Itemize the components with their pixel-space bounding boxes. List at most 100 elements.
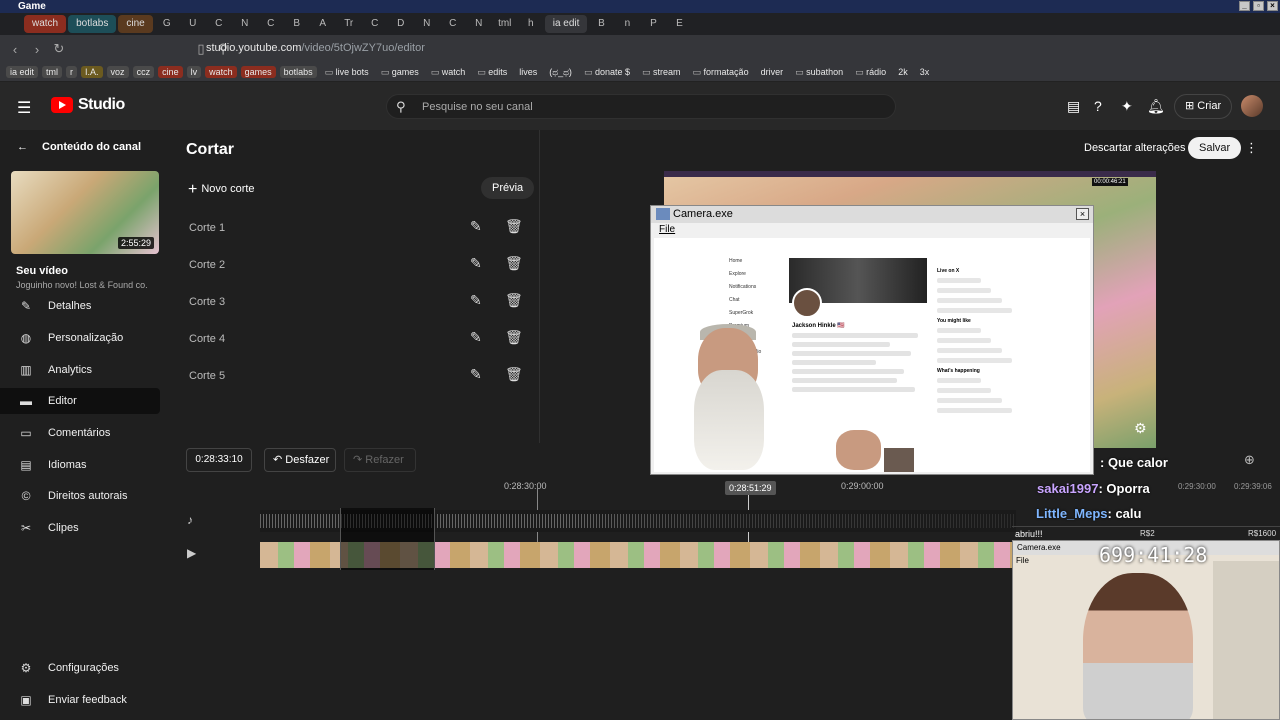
timecode-field[interactable]: 0:28:33:10 <box>186 448 252 472</box>
cut-row[interactable]: Corte 4 ✎ 🗑︎ <box>189 328 529 352</box>
minimize-button[interactable]: _ <box>1239 1 1250 11</box>
browser-tab[interactable]: Tr <box>337 15 361 33</box>
bookmark-item[interactable]: I.A. <box>81 66 103 78</box>
cut-row[interactable]: Corte 2 ✎ 🗑︎ <box>189 254 529 278</box>
browser-tab[interactable]: tml <box>493 15 517 33</box>
sidebar-item-editor[interactable]: ▬ Editor <box>0 388 160 414</box>
sidebar-item-clipes[interactable]: ✂ Clipes <box>0 515 160 541</box>
sidebar-item-comentários[interactable]: ▭ Comentários <box>0 420 160 446</box>
browser-tab[interactable]: G <box>155 15 179 33</box>
browser-tab[interactable]: botlabs <box>68 15 117 33</box>
zoom-in-icon[interactable]: ⊕ <box>1244 452 1255 468</box>
browser-tab[interactable]: E <box>667 15 691 33</box>
cut-row[interactable]: Corte 3 ✎ 🗑︎ <box>189 291 529 315</box>
preview-button[interactable]: Prévia <box>481 177 535 199</box>
sidebar-item-personalização[interactable]: ◍ Personalização <box>0 325 160 351</box>
browser-tab[interactable]: N <box>467 15 491 33</box>
reload-icon[interactable]: ↻ <box>48 41 70 57</box>
browser-tab[interactable]: A <box>311 15 335 33</box>
settings-gear-icon[interactable]: ⚙ <box>1134 420 1147 437</box>
browser-tab[interactable]: C <box>207 15 231 33</box>
close-window-button[interactable]: × <box>1267 1 1278 11</box>
bookmark-item[interactable]: tml <box>42 66 63 78</box>
browser-tab[interactable]: ia edit <box>544 15 588 33</box>
bookmark-item[interactable]: edits <box>473 66 511 79</box>
trash-icon[interactable]: 🗑︎ <box>505 218 523 235</box>
browser-tab[interactable]: N <box>233 15 257 33</box>
sidebar-item-idiomas[interactable]: ▤ Idiomas <box>0 452 160 478</box>
bookmark-item[interactable]: stream <box>638 66 685 79</box>
bookmark-item[interactable]: driver <box>757 66 788 78</box>
trash-icon[interactable]: 🗑︎ <box>505 292 523 309</box>
bookmark-item[interactable]: cine <box>158 66 183 78</box>
edit-pencil-icon[interactable]: ✎ <box>470 218 482 235</box>
cut-row[interactable]: Corte 5 ✎ 🗑︎ <box>189 365 529 389</box>
browser-tab[interactable]: h <box>519 15 543 33</box>
trash-icon[interactable]: 🗑︎ <box>505 366 523 383</box>
edit-pencil-icon[interactable]: ✎ <box>470 292 482 309</box>
browser-tab[interactable]: watch <box>24 15 67 33</box>
bookmark-item[interactable]: voz <box>106 66 129 78</box>
edit-pencil-icon[interactable]: ✎ <box>470 255 482 272</box>
bookmark-item[interactable]: watch <box>427 66 470 79</box>
sidebar-item-analytics[interactable]: ▥ Analytics <box>0 357 160 383</box>
captions-icon[interactable]: ▤ <box>1067 98 1080 115</box>
browser-tab[interactable]: N <box>415 15 439 33</box>
bookmark-item[interactable]: botlabs <box>279 66 317 78</box>
bookmark-item[interactable]: donate $ <box>580 66 634 79</box>
forward-icon[interactable]: › <box>26 42 48 57</box>
channel-search[interactable]: ⚲ Pesquise no seu canal <box>386 94 896 119</box>
bookmark-item[interactable]: lives <box>515 66 541 78</box>
browser-tab[interactable]: C <box>363 15 387 33</box>
camera-close-button[interactable]: × <box>1076 208 1089 220</box>
trash-icon[interactable]: 🗑︎ <box>505 329 523 346</box>
create-button[interactable]: ⊞ Criar <box>1174 94 1233 119</box>
avatar[interactable] <box>1241 95 1263 117</box>
back-to-content[interactable]: ← Conteúdo do canal <box>17 141 141 153</box>
bookmark-item[interactable]: games <box>377 66 423 79</box>
browser-tab[interactable]: cine <box>118 15 153 33</box>
bookmark-item[interactable]: ia edit <box>6 66 39 78</box>
bookmark-item[interactable]: (ಥ_ಥ) <box>545 66 576 79</box>
bookmark-item[interactable]: subathon <box>791 66 847 79</box>
camera-file-menu[interactable]: File <box>659 224 675 235</box>
more-options-icon[interactable]: ⋮ <box>1245 140 1258 156</box>
browser-tab[interactable]: C <box>259 15 283 33</box>
browser-tab[interactable]: B <box>589 15 613 33</box>
browser-tab[interactable]: U <box>181 15 205 33</box>
bookmark-item[interactable]: r <box>66 66 78 78</box>
bookmark-item[interactable]: 3x <box>916 66 934 78</box>
bookmark-item[interactable]: games <box>240 66 276 78</box>
bookmark-item[interactable]: ccz <box>132 66 155 78</box>
new-cut-button[interactable]: + Novo corte <box>188 181 255 199</box>
discard-changes-button[interactable]: Descartar alterações <box>1078 138 1192 158</box>
studio-logo[interactable]: Studio <box>51 96 125 114</box>
address-bar[interactable]: studio.youtube.com/video/5tOjwZY7uo/edit… <box>206 42 425 54</box>
video-thumbnail[interactable]: 2:55:29 <box>11 171 159 254</box>
sidebar-item-enviar[interactable]: ▣ Enviar feedback <box>0 687 160 713</box>
browser-tab[interactable]: B <box>285 15 309 33</box>
edit-pencil-icon[interactable]: ✎ <box>470 329 482 346</box>
browser-tab[interactable]: D <box>389 15 413 33</box>
trash-icon[interactable]: 🗑︎ <box>505 255 523 272</box>
playhead-time[interactable]: 0:28:51:29 <box>725 481 776 495</box>
maximize-button[interactable]: ▫ <box>1253 1 1264 11</box>
save-button[interactable]: Salvar <box>1188 137 1242 159</box>
notifications-icon[interactable]: 🔔︎ <box>1147 98 1165 115</box>
sidebar-item-detalhes[interactable]: ✎ Detalhes <box>0 293 160 319</box>
bookmark-item[interactable]: lv <box>186 66 202 78</box>
sidebar-item-direitos[interactable]: © Direitos autorais <box>0 483 160 509</box>
bookmark-item[interactable]: rádio <box>851 66 890 79</box>
cut-row[interactable]: Corte 1 ✎ 🗑︎ <box>189 217 529 241</box>
bookmark-item[interactable]: watch <box>205 66 237 78</box>
browser-tab[interactable]: P <box>641 15 665 33</box>
bookmark-item[interactable]: live bots <box>321 66 373 79</box>
cut-region[interactable] <box>340 508 435 570</box>
back-icon[interactable]: ‹ <box>4 42 26 57</box>
sidebar-item-configurações[interactable]: ⚙ Configurações <box>0 655 160 681</box>
redo-button[interactable]: ↷ Refazer <box>344 448 416 472</box>
bookmark-item[interactable]: 2k <box>894 66 912 78</box>
menu-icon[interactable]: ☰ <box>17 98 31 118</box>
bookmark-item[interactable]: formatação <box>689 66 753 79</box>
help-icon[interactable]: ? <box>1094 98 1102 114</box>
